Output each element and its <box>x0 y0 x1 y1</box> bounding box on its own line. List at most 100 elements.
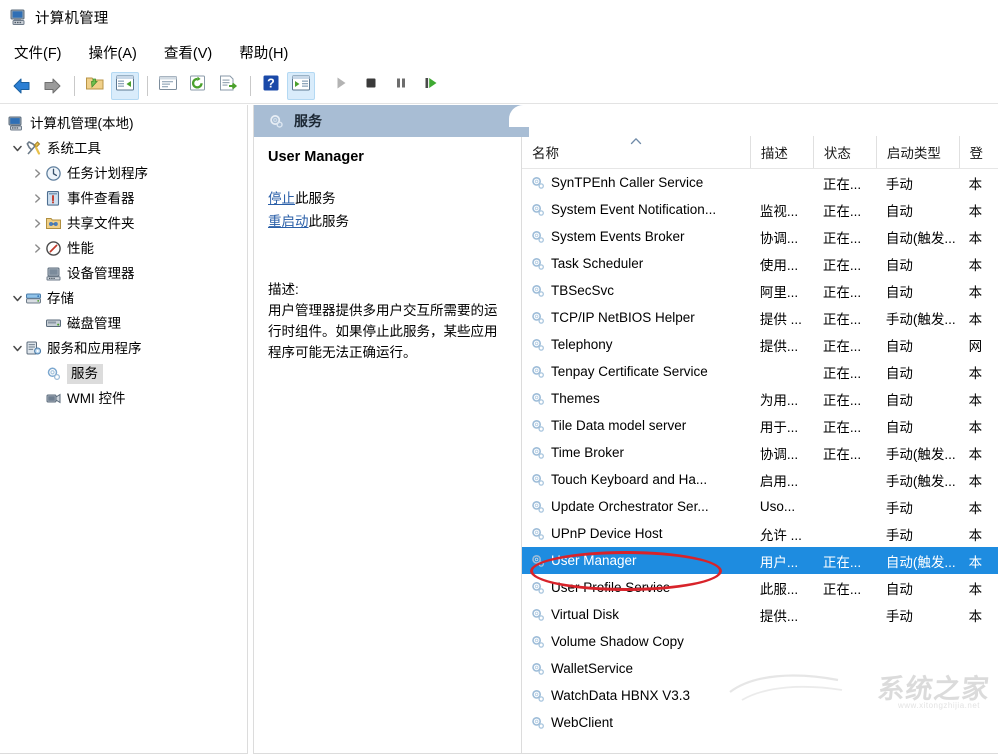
tree-node-performance[interactable]: 性能 <box>0 236 247 261</box>
export-list-button[interactable] <box>214 72 242 100</box>
column-description[interactable]: 描述 <box>750 136 813 168</box>
show-action-pane-button[interactable] <box>287 72 315 100</box>
cell-service-name: Update Orchestrator Ser... <box>522 499 750 515</box>
table-row[interactable]: Telephony提供...正在...自动网 <box>522 331 998 358</box>
tree-node-computer-management[interactable]: 计算机管理(本地) <box>0 111 247 136</box>
cell-logon-as: 本 <box>959 308 998 328</box>
table-row[interactable]: TBSecSvc阿里...正在...自动本 <box>522 277 998 304</box>
service-name-label: WalletService <box>551 661 633 676</box>
menu-help[interactable]: 帮助(H) <box>239 42 288 63</box>
restart-service-link[interactable]: 重启动 <box>268 214 309 229</box>
service-name-label: Themes <box>551 391 600 406</box>
tree-node-disk-management[interactable]: 磁盘管理 <box>0 311 247 336</box>
table-row[interactable]: Touch Keyboard and Ha...启用...手动(触发...本 <box>522 466 998 493</box>
chevron-right-icon[interactable] <box>30 244 45 253</box>
table-row[interactable]: WebClient <box>522 709 998 736</box>
cell-startup-type: 手动(触发... <box>876 470 959 490</box>
table-row[interactable]: Update Orchestrator Ser...Uso...手动本 <box>522 493 998 520</box>
chevron-down-icon[interactable] <box>10 294 25 303</box>
tree-node-shared-folders[interactable]: 共享文件夹 <box>0 211 247 236</box>
chevron-right-icon[interactable] <box>30 169 45 178</box>
cell-startup-type: 自动 <box>876 389 959 409</box>
export-list-icon <box>218 74 238 97</box>
table-row[interactable]: WatchData HBNX V3.3 <box>522 682 998 709</box>
column-status[interactable]: 状态 <box>813 136 876 168</box>
show-hide-console-tree-button[interactable] <box>111 72 139 100</box>
cell-description: 为用... <box>750 389 813 409</box>
tree-node-device-manager[interactable]: 设备管理器 <box>0 261 247 286</box>
tree-node-services-and-applications[interactable]: 服务和应用程序 <box>0 336 247 361</box>
svg-text:?: ? <box>267 76 275 90</box>
cell-startup-type: 自动 <box>876 254 959 274</box>
table-row[interactable]: User Profile Service此服...正在...自动本 <box>522 574 998 601</box>
table-row[interactable]: Tenpay Certificate Service正在...自动本 <box>522 358 998 385</box>
table-row[interactable]: SynTPEnh Caller Service正在...手动本 <box>522 169 998 196</box>
service-gear-icon <box>530 310 546 326</box>
help-button[interactable]: ? <box>257 72 285 100</box>
tree-node-system-tools[interactable]: 系统工具 <box>0 136 247 161</box>
column-status-label: 状态 <box>824 142 851 162</box>
cell-service-name: Tenpay Certificate Service <box>522 364 750 380</box>
column-name[interactable]: 名称 <box>522 136 750 168</box>
service-name-label: Task Scheduler <box>551 256 643 271</box>
chevron-right-icon[interactable] <box>30 219 45 228</box>
table-row[interactable]: Themes为用...正在...自动本 <box>522 385 998 412</box>
service-name-label: System Event Notification... <box>551 202 716 217</box>
device-manager-icon <box>45 265 62 282</box>
cell-description: 启用... <box>750 470 813 490</box>
tree-node-label: 性能 <box>67 240 94 257</box>
back-button[interactable] <box>8 72 36 100</box>
table-row[interactable]: Time Broker协调...正在...手动(触发...本 <box>522 439 998 466</box>
table-row[interactable]: Tile Data model server用于...正在...自动本 <box>522 412 998 439</box>
up-one-level-button[interactable] <box>81 72 109 100</box>
table-row[interactable]: Volume Shadow Copy <box>522 628 998 655</box>
properties-button[interactable] <box>154 72 182 100</box>
menu-view[interactable]: 查看(V) <box>164 42 212 63</box>
services-rows: SynTPEnh Caller Service正在...手动本System Ev… <box>522 169 998 754</box>
table-row[interactable]: User Manager用户...正在...自动(触发...本 <box>522 547 998 574</box>
start-service-button[interactable] <box>327 72 355 100</box>
chevron-down-icon[interactable] <box>10 144 25 153</box>
cell-service-name: TCP/IP NetBIOS Helper <box>522 310 750 326</box>
service-name-label: Time Broker <box>551 445 624 460</box>
table-row[interactable]: System Event Notification...监视...正在...自动… <box>522 196 998 223</box>
tree-node-storage[interactable]: 存储 <box>0 286 247 311</box>
chevron-right-icon[interactable] <box>30 194 45 203</box>
menu-file[interactable]: 文件(F) <box>14 42 62 63</box>
menu-bar: 文件(F) 操作(A) 查看(V) 帮助(H) <box>0 38 998 66</box>
service-name-label: TBSecSvc <box>551 283 614 298</box>
cell-logon-as: 本 <box>959 281 998 301</box>
stop-service-button[interactable] <box>357 72 385 100</box>
service-gear-icon <box>530 499 546 515</box>
service-name-label: User Profile Service <box>551 580 670 595</box>
cell-service-name: Time Broker <box>522 445 750 461</box>
tree-node-wmi-control[interactable]: WMI 控件 <box>0 386 247 411</box>
forward-button[interactable] <box>38 72 66 100</box>
restart-service-line: 重启动此服务 <box>268 212 506 231</box>
restart-service-button[interactable] <box>417 72 445 100</box>
console-tree-panel: 计算机管理(本地) 系统工具 <box>0 105 248 754</box>
refresh-button[interactable] <box>184 72 212 100</box>
table-row[interactable]: Task Scheduler使用...正在...自动本 <box>522 250 998 277</box>
table-row[interactable]: TCP/IP NetBIOS Helper提供 ...正在...手动(触发...… <box>522 304 998 331</box>
table-row[interactable]: System Events Broker协调...正在...自动(触发...本 <box>522 223 998 250</box>
table-row[interactable]: Virtual Disk提供...手动本 <box>522 601 998 628</box>
menu-action[interactable]: 操作(A) <box>89 42 137 63</box>
tree-node-event-viewer[interactable]: 事件查看器 <box>0 186 247 211</box>
column-logon-as[interactable]: 登 <box>959 136 998 168</box>
tree-node-services[interactable]: 服务 <box>0 361 247 386</box>
table-row[interactable]: WalletService <box>522 655 998 682</box>
service-name-label: Tile Data model server <box>551 418 686 433</box>
chevron-down-icon[interactable] <box>10 344 25 353</box>
clock-icon <box>45 165 62 182</box>
content-panel: 服务 User Manager 停止此服务 重启动此服务 描述: 用户管理器提供… <box>253 105 998 754</box>
cell-logon-as: 本 <box>959 524 998 544</box>
cell-logon-as: 本 <box>959 497 998 517</box>
pause-service-button[interactable] <box>387 72 415 100</box>
tree-node-task-scheduler[interactable]: 任务计划程序 <box>0 161 247 186</box>
restart-service-suffix: 此服务 <box>309 214 350 229</box>
column-startup-type[interactable]: 启动类型 <box>876 136 959 168</box>
stop-service-link[interactable]: 停止 <box>268 191 295 206</box>
tree-node-label: 服务和应用程序 <box>47 340 142 357</box>
table-row[interactable]: UPnP Device Host允许 ...手动本 <box>522 520 998 547</box>
